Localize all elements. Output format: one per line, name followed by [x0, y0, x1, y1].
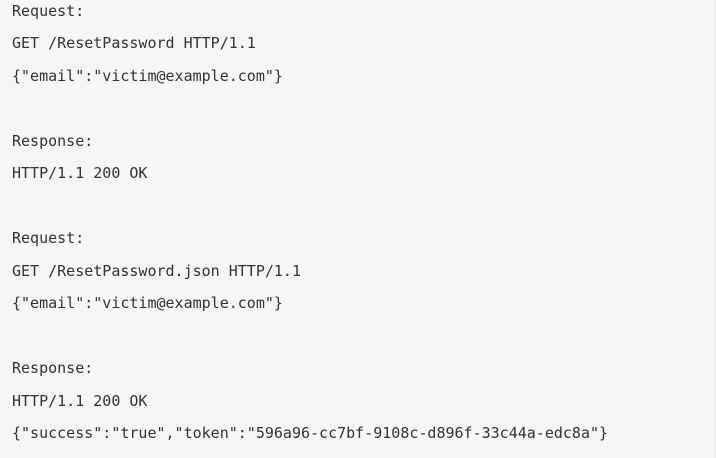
code-line-status-1: HTTP/1.1 200 OK [12, 164, 148, 182]
code-line-status-2: HTTP/1.1 200 OK [12, 392, 148, 410]
code-line-response-body: {"success":"true","token":"596a96-cc7bf-… [12, 424, 609, 442]
code-block: Request: GET /ResetPassword HTTP/1.1 {"e… [0, 0, 716, 458]
code-line-request-2: GET /ResetPassword.json HTTP/1.1 [12, 262, 301, 280]
code-line-request-label-1: Request: [12, 2, 85, 20]
code-line-body-1: {"email":"victim@example.com"} [12, 67, 283, 85]
code-line-request-1: GET /ResetPassword HTTP/1.1 [12, 34, 256, 52]
code-line-request-label-2: Request: [12, 229, 85, 247]
code-line-response-label-1: Response: [12, 132, 94, 150]
code-line-response-label-2: Response: [12, 359, 94, 377]
code-line-body-2: {"email":"victim@example.com"} [12, 294, 283, 312]
